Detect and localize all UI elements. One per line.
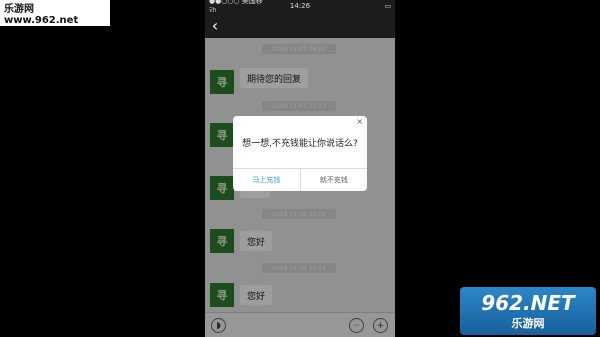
logo-text: 962.NET — [481, 291, 575, 315]
battery-icon: ▭ — [384, 2, 392, 10]
watermark: 乐游网 www.962.net — [0, 0, 110, 26]
dialog-message: 想一想,不充钱能让你说话么? — [242, 139, 358, 149]
status-bar: ●●○○○ 美国移动 14:26 ▭ — [205, 0, 395, 15]
back-button[interactable]: ‹ — [205, 12, 225, 38]
dialog-buttons: 马上充钱 就不充钱 — [233, 168, 367, 191]
clock: 14:26 — [289, 2, 311, 10]
no-recharge-button[interactable]: 就不充钱 — [301, 169, 368, 191]
site-logo: 962.NET 乐游网 — [460, 287, 596, 335]
logo-subtext: 乐游网 — [511, 317, 545, 330]
recharge-now-button[interactable]: 马上充钱 — [233, 169, 301, 191]
nav-bar: ‹ — [205, 12, 395, 38]
recharge-dialog: × 想一想,不充钱能让你说话么? 马上充钱 就不充钱 — [233, 116, 367, 191]
close-icon[interactable]: × — [356, 117, 363, 126]
